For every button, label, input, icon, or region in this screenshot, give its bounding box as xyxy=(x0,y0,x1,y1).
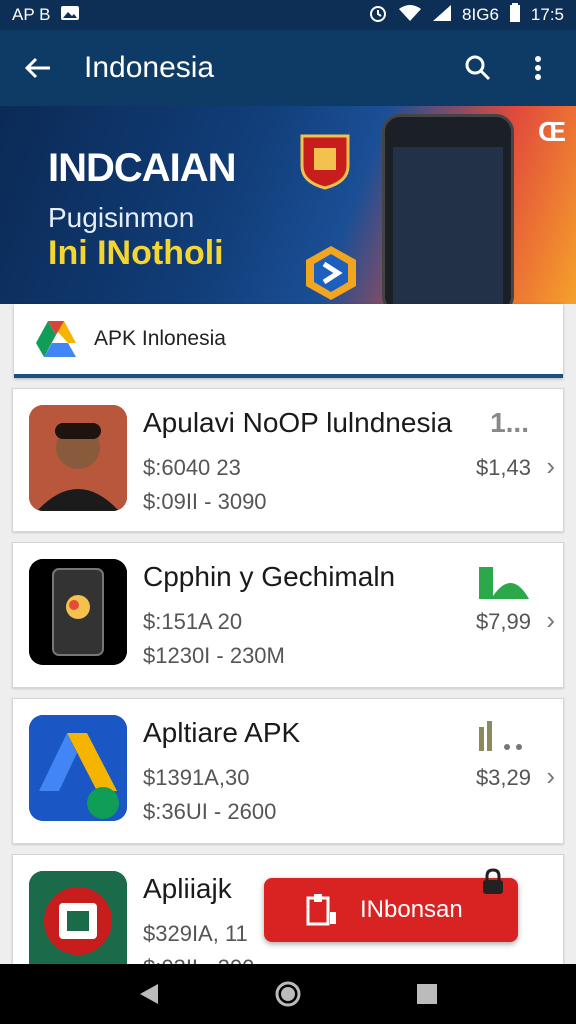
app-price: $1,43 xyxy=(475,455,531,480)
chevron-right-icon[interactable]: › xyxy=(546,605,555,636)
chevron-right-icon[interactable]: › xyxy=(546,761,555,792)
status-time: 17:5 xyxy=(530,5,564,24)
list-item[interactable]: Apltiare APK $1391A,30 $:36UI - 2600 $3,… xyxy=(12,698,564,844)
banner-subtitle: Pugisinmon xyxy=(48,202,195,233)
bar-chart-icon xyxy=(479,721,522,751)
app-name: Apltiare APK xyxy=(143,717,301,748)
phone-mockup xyxy=(382,114,514,304)
status-left: AP B xyxy=(12,5,80,26)
source-label: APK Inlonesia xyxy=(94,327,226,350)
app-detail-2: $:09II - 3090 xyxy=(143,489,267,514)
building-icon xyxy=(306,894,336,926)
phone-screen xyxy=(393,147,503,304)
list-item[interactable]: Apulavi NoOP lulndnesia $:6040 23 $:09II… xyxy=(12,388,564,532)
nav-recents-button[interactable] xyxy=(407,974,447,1014)
indonesia-action-button[interactable]: INbonsan xyxy=(264,868,518,942)
app-thumbnail xyxy=(29,871,127,977)
banner-tagline: Ini INotholi xyxy=(48,234,224,272)
status-carrier-text: AP B xyxy=(12,5,51,24)
photo-icon xyxy=(60,5,80,26)
app-price: $7,99 xyxy=(475,609,531,634)
wifi-icon xyxy=(398,4,422,27)
ads-app-icon xyxy=(29,715,127,821)
battery-icon xyxy=(509,2,521,28)
app-bar: Indonesia xyxy=(0,30,576,106)
shield-arrow-icon xyxy=(306,246,356,300)
app-price: $3,29 xyxy=(475,765,531,790)
status-bar: AP B 8IG6 17:5 xyxy=(0,0,576,30)
banner-headline: INDCAIAN xyxy=(48,146,237,190)
signal-icon xyxy=(432,4,452,27)
app-thumbnail xyxy=(29,405,127,511)
nav-back-button[interactable] xyxy=(129,974,169,1014)
search-icon xyxy=(465,55,491,81)
square-recents-icon xyxy=(416,984,437,1004)
app-name: Cpphin y Gechimaln xyxy=(143,561,396,592)
phone-app-icon xyxy=(29,559,127,665)
alarm-icon xyxy=(368,3,388,28)
search-button[interactable] xyxy=(456,46,500,90)
app-thumbnail xyxy=(29,715,127,821)
source-card[interactable]: APK Inlonesia xyxy=(14,304,563,378)
more-button[interactable] xyxy=(516,46,560,90)
app-thumbnail xyxy=(29,559,127,665)
status-network-text: 8IG6 xyxy=(462,5,499,24)
app-detail-1: $:151A 20 xyxy=(143,609,243,634)
list-item[interactable]: Cpphin y Gechimaln $:151A 20 $1230I - 23… xyxy=(12,542,564,688)
crest-icon xyxy=(300,134,350,190)
person-icon xyxy=(29,405,127,511)
promo-banner[interactable]: INDCAIAN Pugisinmon Ini INotholi Œ xyxy=(0,106,576,304)
page-title: Indonesia xyxy=(84,51,215,84)
chevron-right-icon[interactable]: › xyxy=(546,451,555,482)
chat-app-icon xyxy=(29,871,127,977)
app-detail-1: $329IA, 11 xyxy=(143,921,248,946)
android-icon xyxy=(479,567,529,599)
corner-icon: Œ xyxy=(538,116,566,147)
arrow-left-icon xyxy=(24,57,50,79)
triangle-back-icon xyxy=(140,984,159,1004)
drive-logo-icon xyxy=(36,321,76,357)
nav-home-button[interactable] xyxy=(268,974,308,1014)
app-detail-2: $1230I - 230M xyxy=(143,643,285,668)
app-detail-1: $:6040 23 xyxy=(143,455,241,480)
app-name: Apliiajk xyxy=(143,873,232,904)
fab-label: INbonsan xyxy=(360,896,463,923)
app-detail-2: $:36UI - 2600 xyxy=(143,799,277,824)
lock-icon xyxy=(483,868,503,894)
app-name: Apulavi NoOP lulndnesia xyxy=(143,407,453,438)
back-button[interactable] xyxy=(16,46,60,90)
system-nav-bar xyxy=(0,964,576,1024)
more-vert-icon xyxy=(535,56,541,80)
status-right: 8IG6 17:5 xyxy=(368,2,564,28)
circle-home-icon xyxy=(275,981,301,1007)
app-detail-1: $1391A,30 xyxy=(143,765,250,790)
app-badge: 1... xyxy=(490,407,529,438)
